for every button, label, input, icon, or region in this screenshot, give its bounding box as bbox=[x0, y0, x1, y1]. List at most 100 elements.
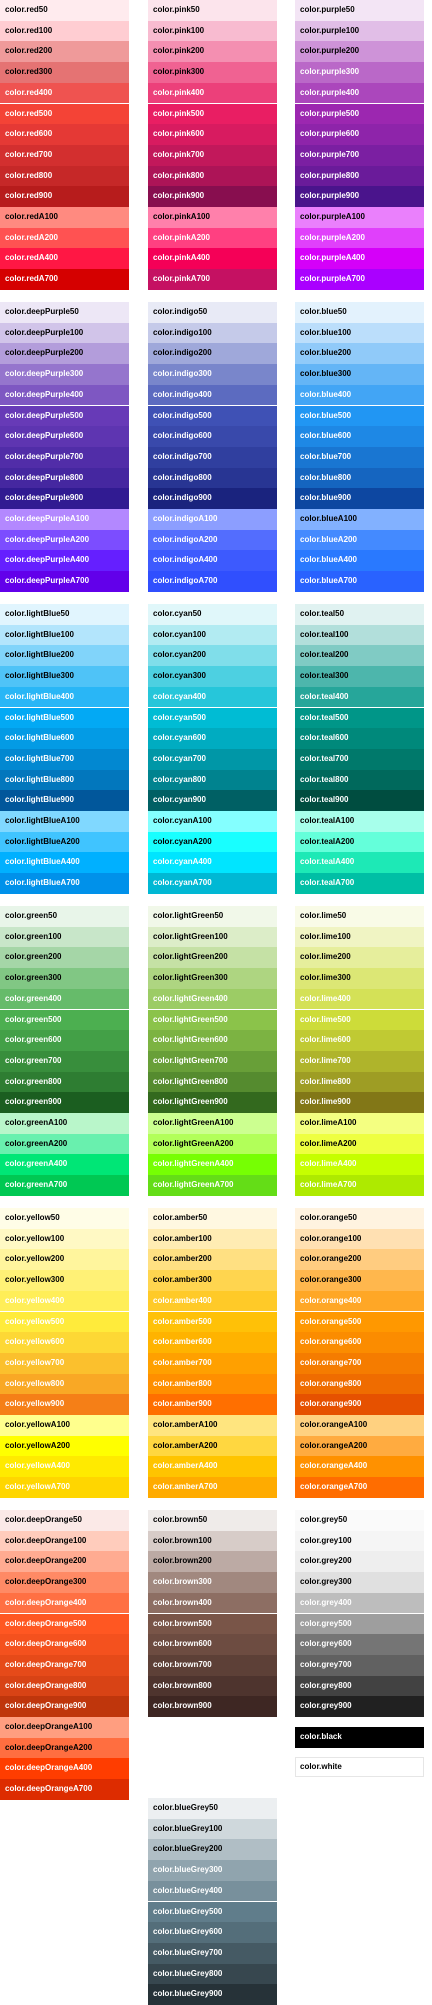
color-swatch: color.redA700 bbox=[0, 269, 129, 290]
color-swatch: color.lightBlueA200 bbox=[0, 831, 129, 853]
color-swatch: color.blue900 bbox=[295, 488, 424, 509]
color-swatch: color.yellowA400 bbox=[0, 1456, 129, 1478]
color-swatch: color.blue400 bbox=[295, 384, 424, 406]
color-swatch: color.purple50 bbox=[295, 0, 424, 21]
color-swatch: color.tealA200 bbox=[295, 831, 424, 853]
color-swatch: color.blue300 bbox=[295, 364, 424, 385]
color-swatch: color.lightBlue200 bbox=[0, 645, 129, 667]
color-swatch: color.cyan100 bbox=[148, 624, 277, 646]
color-swatch: color.green500 bbox=[0, 1009, 129, 1031]
color-swatch: color.amber400 bbox=[148, 1290, 277, 1312]
color-swatch: color.grey700 bbox=[295, 1654, 424, 1676]
color-swatch: color.cyanA400 bbox=[148, 852, 277, 874]
color-swatch: color.indigo700 bbox=[148, 446, 277, 468]
color-swatch: color.purpleA400 bbox=[295, 248, 424, 270]
color-swatch: color.cyan600 bbox=[148, 728, 277, 749]
color-swatch: color.lime50 bbox=[295, 906, 424, 927]
color-swatch: color.lime200 bbox=[295, 947, 424, 969]
color-swatch: color.red50 bbox=[0, 0, 129, 21]
color-swatch: color.lightBlueA400 bbox=[0, 852, 129, 874]
color-swatch: color.indigo200 bbox=[148, 343, 277, 365]
color-swatch: color.yellow900 bbox=[0, 1394, 129, 1415]
color-swatch: color.amberA100 bbox=[148, 1415, 277, 1436]
color-swatch: color.lightGreenA100 bbox=[148, 1113, 277, 1134]
color-swatch: color.teal700 bbox=[295, 748, 424, 770]
color-swatch: color.amberA700 bbox=[148, 1477, 277, 1498]
color-swatch: color.lightGreen600 bbox=[148, 1030, 277, 1051]
color-swatch: color.yellow200 bbox=[0, 1249, 129, 1271]
color-swatch: color.cyanA200 bbox=[148, 831, 277, 853]
color-swatch: color.pinkA400 bbox=[148, 248, 277, 270]
color-swatch: color.deepPurple200 bbox=[0, 343, 129, 365]
color-swatch: color.blue500 bbox=[295, 405, 424, 427]
color-swatch: color.lightBlue500 bbox=[0, 707, 129, 729]
color-swatch: color.lightGreen700 bbox=[148, 1050, 277, 1072]
color-swatch: color.indigo900 bbox=[148, 488, 277, 509]
color-swatch: color.lightGreenA400 bbox=[148, 1154, 277, 1176]
color-swatch: color.pink100 bbox=[148, 20, 277, 42]
color-swatch: color.indigoA100 bbox=[148, 509, 277, 530]
color-swatch: color.blue600 bbox=[295, 426, 424, 447]
color-swatch: color.lime100 bbox=[295, 926, 424, 948]
color-swatch: color.cyan700 bbox=[148, 748, 277, 770]
color-swatch: color.teal200 bbox=[295, 645, 424, 667]
color-swatch: color.yellow800 bbox=[0, 1373, 129, 1395]
color-swatch: color.orange400 bbox=[295, 1290, 424, 1312]
color-swatch: color.deepOrange800 bbox=[0, 1675, 129, 1697]
color-swatch: color.indigoA400 bbox=[148, 550, 277, 572]
color-swatch: color.purpleA200 bbox=[295, 227, 424, 249]
color-swatch: color.teal500 bbox=[295, 707, 424, 729]
color-swatch: color.purple100 bbox=[295, 20, 424, 42]
color-swatch: color.redA400 bbox=[0, 248, 129, 270]
color-swatch: color.teal900 bbox=[295, 790, 424, 811]
color-swatch: color.purple800 bbox=[295, 165, 424, 187]
color-swatch: color.tealA400 bbox=[295, 852, 424, 874]
color-swatch: color.amberA400 bbox=[148, 1456, 277, 1478]
color-swatch: color.deepPurpleA400 bbox=[0, 550, 129, 572]
color-swatch: color.indigo50 bbox=[148, 302, 277, 323]
color-swatch: color.limeA700 bbox=[295, 1175, 424, 1196]
color-swatch: color.orange800 bbox=[295, 1373, 424, 1395]
color-swatch: color.red300 bbox=[0, 62, 129, 83]
color-swatch: color.lightBlue300 bbox=[0, 666, 129, 687]
color-swatch: color.red800 bbox=[0, 165, 129, 187]
color-swatch: color.yellowA100 bbox=[0, 1415, 129, 1436]
color-swatch: color.blueGrey50 bbox=[148, 1798, 277, 1819]
color-swatch: color.tealA700 bbox=[295, 873, 424, 894]
color-swatch: color.amber100 bbox=[148, 1228, 277, 1250]
color-swatch: color.blue200 bbox=[295, 343, 424, 365]
color-swatch: color.blueA200 bbox=[295, 529, 424, 551]
color-swatch: color.grey800 bbox=[295, 1675, 424, 1697]
color-swatch: color.green400 bbox=[0, 988, 129, 1010]
color-swatch: color.greenA700 bbox=[0, 1175, 129, 1196]
color-swatch: color.pink600 bbox=[148, 124, 277, 145]
color-swatch: color.lime700 bbox=[295, 1050, 424, 1072]
color-swatch: color.pinkA100 bbox=[148, 207, 277, 228]
color-swatch: color.brown500 bbox=[148, 1613, 277, 1635]
color-swatch: color.lightBlue50 bbox=[0, 604, 129, 625]
color-swatch: color.green300 bbox=[0, 968, 129, 989]
color-swatch: color.deepPurpleA700 bbox=[0, 571, 129, 592]
color-swatch: color.orange50 bbox=[295, 1208, 424, 1229]
color-swatch: color.grey500 bbox=[295, 1613, 424, 1635]
color-swatch: color.blue50 bbox=[295, 302, 424, 323]
color-swatch: color.blue800 bbox=[295, 467, 424, 489]
color-swatch: color.pinkA200 bbox=[148, 227, 277, 249]
color-swatch: color.cyan400 bbox=[148, 686, 277, 708]
color-swatch: color.brown800 bbox=[148, 1675, 277, 1697]
color-swatch: color.teal600 bbox=[295, 728, 424, 749]
color-swatch: color.cyanA700 bbox=[148, 873, 277, 894]
color-swatch: color.amber600 bbox=[148, 1332, 277, 1353]
color-swatch-grid: color.red50 color.red100 color.red200 color… bbox=[0, 0, 432, 2005]
color-swatch: color.brown900 bbox=[148, 1696, 277, 1717]
color-swatch: color.lightGreen500 bbox=[148, 1009, 277, 1031]
color-swatch: color.blueA100 bbox=[295, 509, 424, 530]
color-swatch: color.blueGrey400 bbox=[148, 1880, 277, 1902]
color-swatch: color.orangeA700 bbox=[295, 1477, 424, 1498]
color-swatch: color.lime300 bbox=[295, 968, 424, 989]
color-swatch: color.deepOrangeA400 bbox=[0, 1758, 129, 1780]
color-swatch: color.deepOrange500 bbox=[0, 1613, 129, 1635]
color-swatch: color.red200 bbox=[0, 41, 129, 63]
color-swatch: color.purple200 bbox=[295, 41, 424, 63]
color-swatch: color.pink400 bbox=[148, 82, 277, 104]
